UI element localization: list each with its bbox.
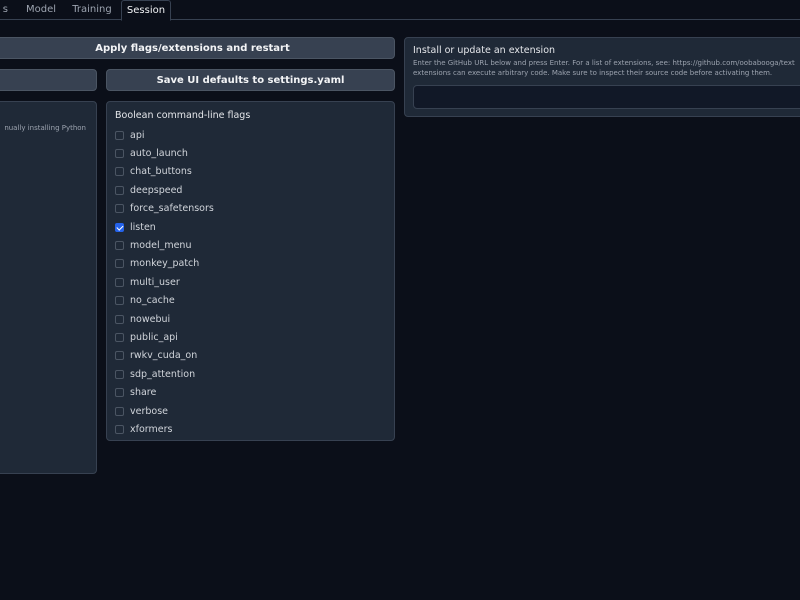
flag-checkbox[interactable] xyxy=(115,332,124,342)
flag-label: no_cache xyxy=(130,295,175,307)
flag-label: nowebui xyxy=(130,313,171,325)
flag-xformers[interactable]: xformers xyxy=(115,420,385,438)
flag-label: sdp_attention xyxy=(130,368,196,380)
flag-label: chat_buttons xyxy=(130,166,192,178)
flag-label: multi_user xyxy=(130,276,180,288)
flag-listen[interactable]: listen xyxy=(115,218,385,236)
flag-label: rwkv_cuda_on xyxy=(130,350,198,362)
flag-chat-buttons[interactable]: chat_buttons xyxy=(115,163,385,181)
tab-parameters[interactable]: s xyxy=(0,0,8,20)
flag-public-api[interactable]: public_api xyxy=(115,328,385,346)
apply-flags-restart-button[interactable]: Apply flags/extensions and restart xyxy=(0,37,395,59)
tab-bar: s Model Training Session xyxy=(0,0,800,21)
flag-checkbox[interactable] xyxy=(115,369,124,379)
extension-title: Install or update an extension xyxy=(413,45,556,56)
flag-checkbox[interactable] xyxy=(115,296,124,306)
flag-auto-launch[interactable]: auto_launch xyxy=(115,144,385,162)
flags-title: Boolean command-line flags xyxy=(115,110,251,121)
flag-no-cache[interactable]: no_cache xyxy=(115,292,385,310)
flag-checkbox[interactable] xyxy=(115,406,124,416)
flag-label: xformers xyxy=(130,423,173,435)
left-panel-text: nually installing Python xyxy=(4,124,86,132)
flag-deepspeed[interactable]: deepspeed xyxy=(115,181,385,199)
flag-checkbox[interactable] xyxy=(115,314,124,324)
flag-checkbox[interactable] xyxy=(115,149,124,159)
flag-checkbox[interactable] xyxy=(115,351,124,361)
extension-description: Enter the GitHub URL below and press Ent… xyxy=(413,59,795,77)
left-button[interactable] xyxy=(0,69,97,91)
flag-api[interactable]: api xyxy=(115,126,385,144)
flag-checkbox[interactable] xyxy=(115,424,124,434)
tab-session[interactable]: Session xyxy=(121,0,171,21)
left-panel: nually installing Python xyxy=(0,101,97,474)
flag-label: auto_launch xyxy=(130,148,188,160)
tab-model[interactable]: Model xyxy=(20,0,62,20)
flag-checkbox[interactable] xyxy=(115,167,124,177)
flag-monkey-patch[interactable]: monkey_patch xyxy=(115,255,385,273)
flag-label: listen xyxy=(130,221,156,233)
install-extension-panel: Install or update an extension Enter the… xyxy=(404,37,800,117)
flag-checkbox[interactable] xyxy=(115,204,124,214)
tab-training[interactable]: Training xyxy=(66,0,118,20)
flag-checkbox[interactable] xyxy=(115,241,124,251)
flag-nowebui[interactable]: nowebui xyxy=(115,310,385,328)
flag-checkbox[interactable] xyxy=(115,388,124,398)
flag-verbose[interactable]: verbose xyxy=(115,402,385,420)
flag-checkbox[interactable] xyxy=(115,185,124,195)
flag-label: verbose xyxy=(130,405,169,417)
flag-rwkv-cuda-on[interactable]: rwkv_cuda_on xyxy=(115,347,385,365)
flag-checkbox[interactable] xyxy=(115,259,124,269)
flag-sdp-attention[interactable]: sdp_attention xyxy=(115,365,385,383)
flag-label: public_api xyxy=(130,331,178,343)
boolean-flags-panel: Boolean command-line flags api auto_launc… xyxy=(106,101,395,441)
flag-force-safetensors[interactable]: force_safetensors xyxy=(115,200,385,218)
flag-label: model_menu xyxy=(130,240,192,252)
flags-list: api auto_launch chat_buttons deepspeed force… xyxy=(115,126,385,439)
flag-model-menu[interactable]: model_menu xyxy=(115,236,385,254)
save-ui-defaults-button[interactable]: Save UI defaults to settings.yaml xyxy=(106,69,395,91)
flag-label: api xyxy=(130,129,145,141)
flag-checkbox[interactable] xyxy=(115,222,124,232)
flag-label: force_safetensors xyxy=(130,203,214,215)
flag-label: share xyxy=(130,387,157,399)
flag-label: monkey_patch xyxy=(130,258,200,270)
flag-multi-user[interactable]: multi_user xyxy=(115,273,385,291)
flag-checkbox[interactable] xyxy=(115,277,124,287)
flag-label: deepspeed xyxy=(130,184,183,196)
extension-url-input[interactable] xyxy=(413,85,800,109)
flag-checkbox[interactable] xyxy=(115,130,124,140)
flag-share[interactable]: share xyxy=(115,383,385,401)
